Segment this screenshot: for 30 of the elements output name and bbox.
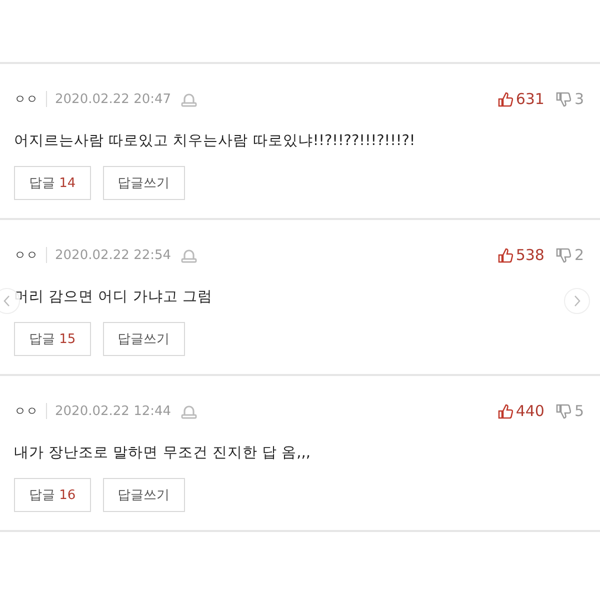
thumbs-up-icon xyxy=(498,92,513,106)
chevron-left-icon xyxy=(3,295,11,307)
thumbs-down-icon xyxy=(556,92,572,106)
chevron-right-icon xyxy=(573,295,581,307)
siren-icon[interactable] xyxy=(181,92,198,106)
comment-date: 2020.02.22 12:44 xyxy=(55,404,172,418)
replies-button[interactable]: 답글 16 xyxy=(14,478,91,512)
replies-button[interactable]: 답글 15 xyxy=(14,322,91,356)
author-name: ㅇㅇ xyxy=(14,90,38,108)
siren-icon[interactable] xyxy=(181,248,198,262)
thumbs-up-icon xyxy=(498,404,513,418)
like-button[interactable]: 538 xyxy=(498,246,544,264)
write-reply-button[interactable]: 답글쓰기 xyxy=(102,166,185,200)
comment-date: 2020.02.22 22:54 xyxy=(55,248,172,262)
comment-text: 어지르는사람 따로있고 치우는사람 따로있냐!!?!!??!!!?!!!?! xyxy=(14,133,416,149)
replies-button[interactable]: 답글 14 xyxy=(14,166,91,200)
author-name: ㅇㅇ xyxy=(14,246,38,264)
like-button[interactable]: 631 xyxy=(498,90,544,108)
thumbs-down-icon xyxy=(556,248,572,262)
write-reply-button[interactable]: 답글쓰기 xyxy=(102,478,185,512)
thumbs-down-icon xyxy=(556,404,572,418)
comment-text: 내가 장난조로 말하면 무조건 진지한 답 옴,,, xyxy=(14,445,310,461)
next-button[interactable] xyxy=(564,288,590,314)
comment-date: 2020.02.22 20:47 xyxy=(55,92,172,106)
like-button[interactable]: 440 xyxy=(498,402,544,420)
comment-text: 머리 감으면 어디 가냐고 그럼 xyxy=(14,289,212,305)
author-name: ㅇㅇ xyxy=(14,402,38,420)
write-reply-button[interactable]: 답글쓰기 xyxy=(102,322,185,356)
siren-icon[interactable] xyxy=(181,404,198,418)
thumbs-up-icon xyxy=(498,248,513,262)
